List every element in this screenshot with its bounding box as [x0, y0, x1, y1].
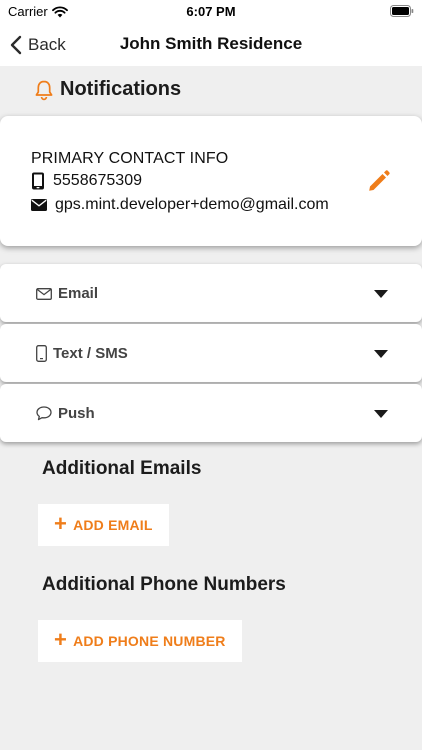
envelope-solid-icon	[31, 199, 47, 211]
chevron-down-icon	[374, 350, 388, 358]
phone-icon	[36, 345, 47, 362]
add-phone-number-label: ADD PHONE NUMBER	[73, 633, 226, 649]
add-email-button[interactable]: + ADD EMAIL	[38, 504, 169, 546]
accordion-email[interactable]: Email	[0, 264, 422, 322]
contact-email: gps.mint.developer+demo@gmail.com	[55, 196, 329, 213]
battery-icon	[390, 5, 414, 17]
bell-icon	[35, 80, 53, 100]
edit-pencil-icon[interactable]	[366, 168, 392, 194]
mobile-phone-icon	[32, 172, 44, 190]
additional-phones-title: Additional Phone Numbers	[42, 574, 286, 595]
notifications-title: Notifications	[60, 78, 182, 100]
status-bar: Carrier 6:07 PM	[0, 0, 422, 24]
contact-email-row: gps.mint.developer+demo@gmail.com	[31, 196, 329, 214]
plus-icon: +	[54, 511, 68, 536]
accordion-push-label-group: Push	[36, 405, 95, 422]
envelope-icon	[36, 287, 52, 300]
accordion-push-label: Push	[58, 405, 95, 422]
add-email-label: ADD EMAIL	[73, 517, 153, 533]
accordion-email-label-group: Email	[36, 285, 98, 302]
chevron-down-icon	[374, 410, 388, 418]
contact-phone: 5558675309	[53, 172, 142, 189]
additional-emails-title: Additional Emails	[42, 458, 202, 479]
page-title: John Smith Residence	[119, 34, 303, 53]
contact-phone-row: 5558675309	[31, 172, 142, 190]
add-phone-number-button[interactable]: + ADD PHONE NUMBER	[38, 620, 242, 662]
accordion-text-sms[interactable]: Text / SMS	[0, 324, 422, 382]
navigation-bar: Back John Smith Residence	[0, 24, 422, 66]
accordion-email-label: Email	[58, 285, 99, 302]
speech-bubble-icon	[36, 406, 52, 421]
accordion-push[interactable]: Push	[0, 384, 422, 442]
notifications-header: Notifications	[34, 78, 181, 101]
accordion-sms-label: Text / SMS	[53, 345, 128, 362]
plus-icon: +	[54, 627, 68, 652]
primary-contact-title: PRIMARY CONTACT INFO	[31, 150, 229, 167]
chevron-down-icon	[374, 290, 388, 298]
status-time: 6:07 PM	[186, 4, 236, 19]
accordion-sms-label-group: Text / SMS	[36, 345, 128, 362]
primary-contact-card: PRIMARY CONTACT INFO 5558675309 gps.mint…	[0, 116, 422, 246]
